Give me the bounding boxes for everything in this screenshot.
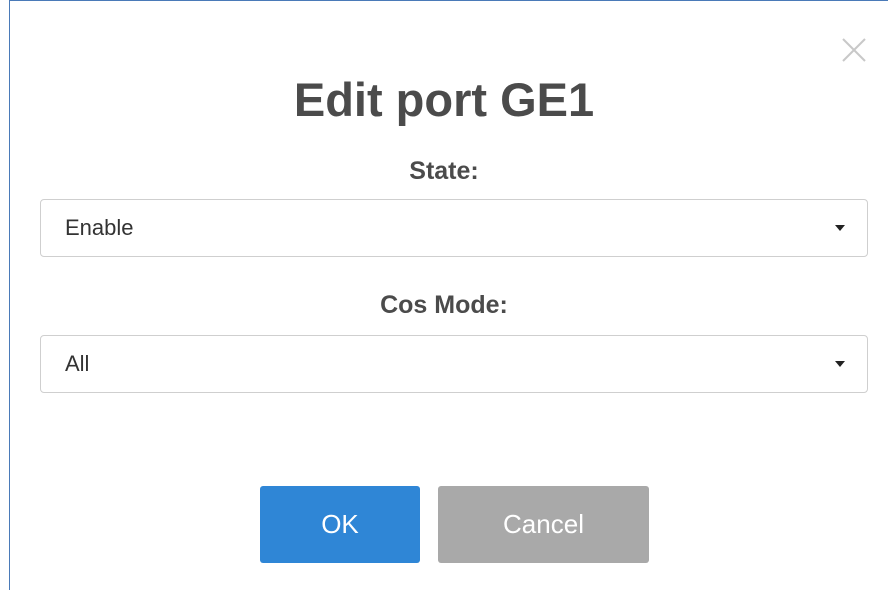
cancel-button[interactable]: Cancel — [438, 486, 649, 563]
cos-mode-select-value: All — [65, 351, 90, 376]
dialog-title: Edit port GE1 — [293, 73, 595, 126]
chevron-down-icon — [835, 361, 845, 367]
cos-mode-select[interactable]: All — [40, 335, 868, 393]
state-select-value: Enable — [65, 215, 134, 240]
cos-mode-label: Cos Mode: — [380, 291, 508, 319]
ok-button[interactable]: OK — [260, 486, 420, 563]
close-icon[interactable] — [840, 36, 868, 64]
state-select[interactable]: Enable — [40, 199, 868, 257]
state-label: State: — [409, 157, 479, 185]
chevron-down-icon — [835, 225, 845, 231]
